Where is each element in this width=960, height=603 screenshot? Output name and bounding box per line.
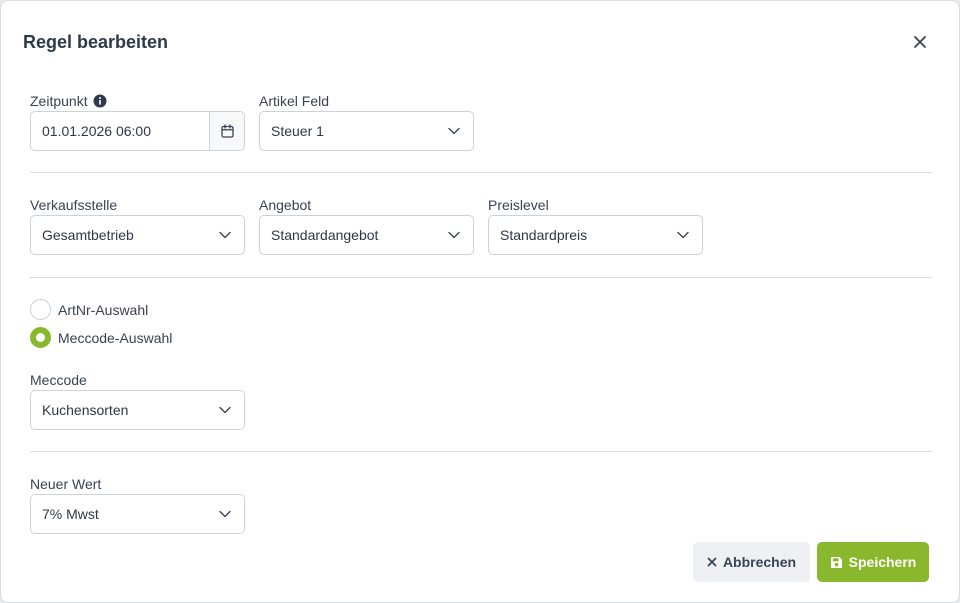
radio-artnr-auswahl[interactable]: ArtNr-Auswahl (30, 299, 148, 320)
x-icon (707, 557, 717, 567)
zeitpunkt-label-text: Zeitpunkt (30, 93, 88, 109)
cancel-button[interactable]: Abbrechen (693, 542, 810, 582)
save-button-label: Speichern (848, 554, 917, 570)
angebot-value: Standardangebot (271, 227, 379, 243)
section-divider (30, 277, 932, 278)
preislevel-select[interactable]: Standardpreis (488, 215, 703, 255)
radio-meccode-auswahl[interactable]: Meccode-Auswahl (30, 327, 172, 348)
chevron-down-icon (206, 216, 244, 254)
verkaufsstelle-select[interactable]: Gesamtbetrieb (30, 215, 245, 255)
edit-rule-dialog: Regel bearbeiten Zeitpunkt 01.01.2026 06… (0, 0, 960, 603)
zeitpunkt-value[interactable]: 01.01.2026 06:00 (31, 123, 209, 139)
artikel-feld-value: Steuer 1 (271, 123, 324, 139)
radio-button[interactable] (30, 299, 51, 320)
close-button[interactable] (907, 30, 933, 54)
neuer-wert-label: Neuer Wert (30, 476, 102, 492)
chevron-down-icon (435, 216, 473, 254)
meccode-select[interactable]: Kuchensorten (30, 390, 245, 430)
neuer-wert-select[interactable]: 7% Mwst (30, 494, 245, 534)
meccode-label: Meccode (30, 372, 87, 388)
save-button[interactable]: Speichern (817, 542, 929, 582)
zeitpunkt-field[interactable]: 01.01.2026 06:00 (30, 111, 245, 151)
calendar-button[interactable] (209, 112, 244, 150)
meccode-value: Kuchensorten (42, 402, 129, 418)
section-divider (30, 451, 932, 452)
chevron-down-icon (206, 391, 244, 429)
close-icon (914, 36, 926, 48)
preislevel-label: Preislevel (488, 197, 549, 213)
chevron-down-icon (435, 112, 473, 150)
zeitpunkt-label: Zeitpunkt (30, 93, 107, 109)
neuer-wert-value: 7% Mwst (42, 506, 99, 522)
angebot-select[interactable]: Standardangebot (259, 215, 474, 255)
chevron-down-icon (664, 216, 702, 254)
info-icon[interactable] (93, 94, 107, 108)
preislevel-value: Standardpreis (500, 227, 588, 243)
floppy-disk-icon (830, 556, 843, 569)
verkaufsstelle-value: Gesamtbetrieb (42, 227, 134, 243)
radio-button[interactable] (30, 327, 51, 348)
dialog-title: Regel bearbeiten (23, 32, 169, 52)
verkaufsstelle-label: Verkaufsstelle (30, 197, 118, 213)
section-divider (30, 172, 932, 173)
radio-label: ArtNr-Auswahl (58, 301, 149, 318)
calendar-icon (220, 124, 234, 138)
artikel-feld-label: Artikel Feld (259, 93, 330, 109)
artikel-feld-select[interactable]: Steuer 1 (259, 111, 474, 151)
chevron-down-icon (206, 495, 244, 533)
radio-label: Meccode-Auswahl (58, 329, 173, 346)
angebot-label: Angebot (259, 197, 312, 213)
cancel-button-label: Abbrechen (722, 554, 797, 570)
